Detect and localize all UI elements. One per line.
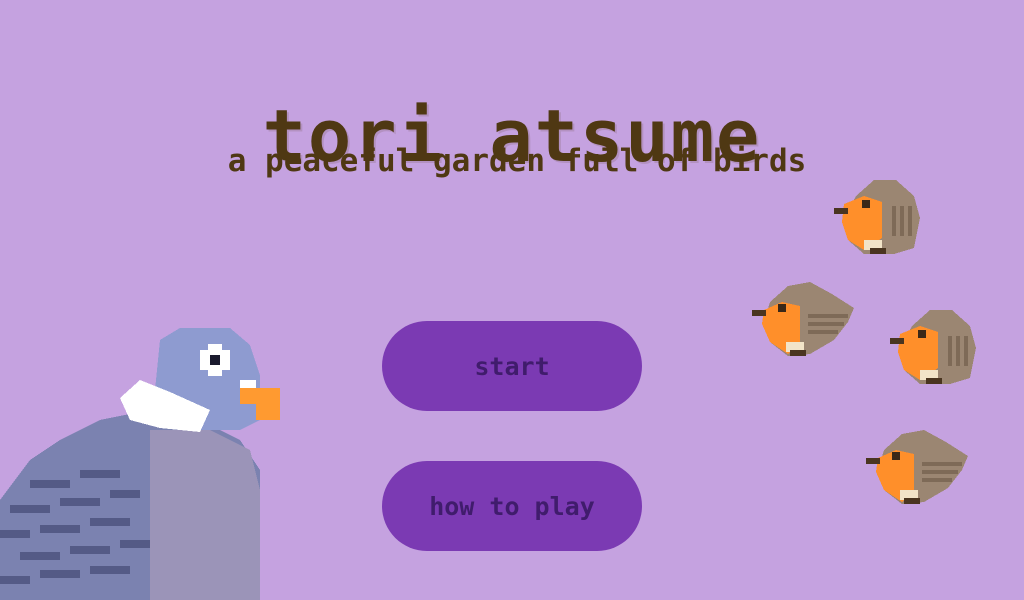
robin-sprite [866, 430, 968, 504]
start-button[interactable]: start [382, 321, 642, 411]
robin-sprite [834, 180, 920, 254]
pigeon-sprite [0, 328, 280, 600]
robin-sprite [890, 310, 976, 384]
game-subtitle: a peaceful garden full of birds [227, 143, 807, 179]
how-to-play-button[interactable]: how to play [382, 461, 642, 551]
robin-sprite [752, 282, 854, 356]
